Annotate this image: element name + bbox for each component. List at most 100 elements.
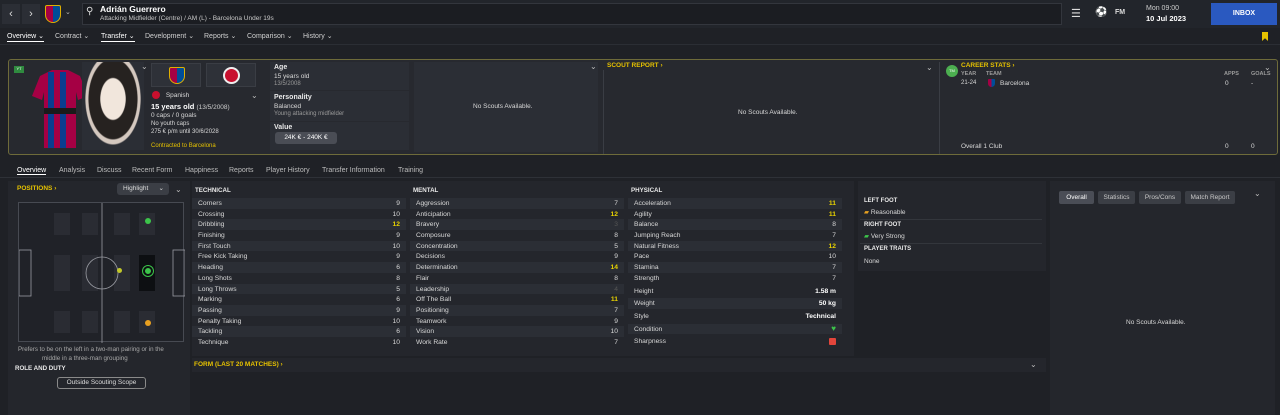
weight-row: Weight 50 kg [628, 298, 842, 309]
nav-transfer[interactable]: Transfer ⌄ [101, 32, 135, 42]
divider [603, 70, 604, 154]
position-natural-dot[interactable] [145, 218, 151, 224]
forward-button[interactable]: › [22, 4, 40, 24]
attribute-name: Free Kick Taking [198, 253, 248, 261]
chevron-down-icon[interactable]: ⌄ [141, 62, 148, 71]
chevron-down-icon[interactable]: ⌄ [175, 185, 182, 194]
nav-comparison[interactable]: Comparison ⌄ [247, 32, 293, 40]
heart-icon: ♥ [831, 323, 836, 333]
sharpness-row: Sharpness [628, 336, 842, 347]
career-stats-title[interactable]: CAREER STATS › [961, 62, 1015, 69]
attribute-value: 10 [392, 242, 400, 250]
subtab-overview[interactable]: Overview [17, 167, 47, 175]
career-team[interactable]: Barcelona [1000, 80, 1029, 87]
attribute-name: Pace [634, 253, 650, 261]
club-badge[interactable] [151, 63, 201, 87]
career-year: 21-24 [961, 80, 977, 86]
tab-overall[interactable]: Overall [1059, 191, 1094, 204]
attribute-row: Marking 6 [192, 294, 406, 305]
attribute-name: Heading [198, 264, 223, 272]
sub-tabs: Overview Analysis Discuss Recent Form Ha… [0, 164, 1280, 178]
subtab-reports[interactable]: Reports [229, 167, 254, 174]
player-position: Attacking Midfielder (Centre) / AM (L) -… [100, 15, 274, 22]
attribute-row: Vision 10 [410, 326, 624, 337]
game-date[interactable]: Mon 09:00 10 Jul 2023 [1146, 4, 1186, 25]
highlight-dropdown[interactable]: Highlight ⌄ [117, 183, 169, 195]
club-crest-icon[interactable] [45, 5, 61, 23]
attribute-row: Long Shots 8 [192, 273, 406, 284]
attribute-name: Stamina [634, 264, 659, 272]
attribute-row: Crossing 10 [192, 209, 406, 220]
chevron-down-icon[interactable]: ⌄ [926, 63, 933, 72]
attribute-row: Off The Ball 11 [410, 294, 624, 305]
technical-list: Corners 9 Crossing 10 Dribbling 12 Finishing 9 F… [192, 198, 406, 348]
attribute-name: Vision [416, 328, 435, 336]
scout-report-title[interactable]: SCOUT REPORT › [607, 62, 663, 69]
ball-icon[interactable]: ⚽ [1095, 7, 1107, 18]
attribute-row: Free Kick Taking 9 [192, 251, 406, 262]
position-natural-dot[interactable] [143, 266, 153, 276]
pitch-lines [18, 203, 186, 343]
club-crest-icon [988, 79, 995, 87]
tab-match-report[interactable]: Match Report [1185, 191, 1235, 204]
club-crest-icon [169, 67, 185, 84]
subtab-transfer-information[interactable]: Transfer Information [322, 167, 385, 174]
attribute-name: Tackling [198, 328, 223, 336]
subtab-training[interactable]: Training [398, 167, 423, 174]
nav-history[interactable]: History ⌄ [303, 32, 333, 40]
subtab-player-history[interactable]: Player History [266, 167, 310, 174]
attribute-name: Passing [198, 306, 222, 314]
attribute-value: 7 [614, 306, 618, 314]
dob-value: 13/5/2008 [274, 81, 301, 87]
nation-badge[interactable] [206, 63, 256, 87]
career-apps: 0 [1225, 80, 1229, 87]
attribute-row: Pace 10 [628, 251, 842, 262]
position-competent-dot[interactable] [117, 268, 122, 273]
attribute-value: 12 [392, 221, 400, 229]
attribute-name: Penalty Taking [198, 317, 242, 325]
form-title[interactable]: FORM (LAST 20 MATCHES) › [194, 361, 283, 368]
attribute-name: Composure [416, 232, 451, 240]
federation-crest-icon [223, 67, 240, 84]
attribute-name: First Touch [198, 242, 231, 250]
fm-icon[interactable]: FM [1115, 9, 1125, 16]
chevron-down-icon[interactable]: ⌄ [65, 8, 71, 16]
inbox-button[interactable]: INBOX [1211, 3, 1277, 25]
chevron-down-icon[interactable]: ⌄ [1254, 189, 1261, 198]
nav-reports[interactable]: Reports ⌄ [204, 32, 236, 40]
attribute-value: 9 [396, 253, 400, 261]
attribute-value: 7 [832, 232, 836, 240]
attribute-name: Strength [634, 274, 660, 282]
age-value: 15 years old [274, 73, 310, 80]
nav-development[interactable]: Development ⌄ [145, 32, 194, 40]
chevron-down-icon[interactable]: ⌄ [1030, 360, 1037, 369]
attribute-name: Work Rate [416, 338, 448, 346]
subtab-discuss[interactable]: Discuss [97, 167, 122, 174]
value-range[interactable]: 24K € - 240K € [275, 132, 337, 144]
career-total-goals: 0 [1251, 143, 1255, 150]
nav-overview[interactable]: Overview ⌄ [7, 32, 44, 42]
outside-scouting-scope-button[interactable]: Outside Scouting Scope [57, 377, 146, 389]
chevron-down-icon[interactable]: ⌄ [590, 62, 597, 71]
menu-icon[interactable]: ☰ [1071, 7, 1081, 20]
tab-pros-cons[interactable]: Pros/Cons [1139, 191, 1181, 204]
caps-goals: 0 caps / 0 goals [151, 112, 197, 119]
search-icon[interactable]: ⚲ [86, 6, 93, 17]
attribute-name: Crossing [198, 210, 225, 218]
age-line: 15 years old (13/5/2008) [151, 102, 230, 111]
subtab-recent-form[interactable]: Recent Form [132, 167, 172, 174]
position-unconvincing-dot[interactable] [145, 320, 151, 326]
contracted-to[interactable]: Contracted to Barcelona [151, 143, 216, 149]
technical-title: TECHNICAL [195, 187, 231, 194]
form-bar[interactable]: FORM (LAST 20 MATCHES) › ⌄ [192, 358, 1046, 372]
nav-contract[interactable]: Contract ⌄ [55, 32, 89, 40]
chevron-down-icon[interactable]: ⌄ [251, 91, 258, 100]
subtab-happiness[interactable]: Happiness [185, 167, 218, 174]
positions-title[interactable]: POSITIONS › [17, 185, 56, 192]
subtab-analysis[interactable]: Analysis [59, 167, 85, 174]
attribute-row: Teamwork 9 [410, 316, 624, 327]
attribute-name: Corners [198, 200, 222, 207]
back-button[interactable]: ‹ [2, 4, 20, 24]
tab-statistics[interactable]: Statistics [1098, 191, 1135, 204]
attribute-value: 6 [396, 296, 400, 304]
